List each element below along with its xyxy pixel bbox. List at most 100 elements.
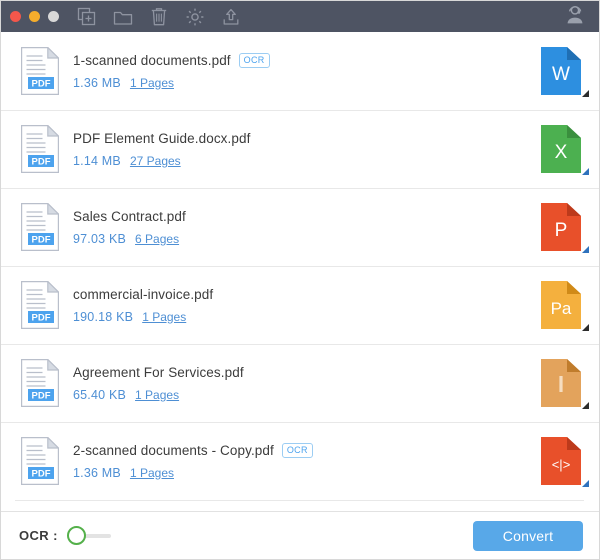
ocr-toggle-knob[interactable]	[66, 525, 86, 545]
file-name-line: 1-scanned documents.pdf OCR	[73, 52, 531, 68]
ocr-badge: OCR	[238, 52, 270, 68]
file-size: 97.03 KB	[73, 231, 127, 246]
file-meta-line: 1.36 MB 1 Pages	[73, 76, 531, 90]
file-name: PDF Element Guide.docx.pdf	[73, 130, 251, 146]
file-name: Agreement For Services.pdf	[73, 364, 244, 380]
pdf-file-icon: PDF	[21, 281, 59, 329]
file-info: 1-scanned documents.pdf OCR 1.36 MB 1 Pa…	[73, 52, 531, 90]
file-name: Sales Contract.pdf	[73, 208, 186, 224]
pages-format-icon[interactable]: Pa	[539, 280, 589, 331]
file-info: 2-scanned documents - Copy.pdf OCR 1.36 …	[73, 442, 531, 480]
svg-text:PDF: PDF	[32, 312, 51, 323]
image-format-icon[interactable]	[539, 358, 589, 409]
file-info: Sales Contract.pdf 97.03 KB 6 Pages	[73, 209, 531, 246]
pdf-file-icon: PDF	[21, 47, 59, 95]
format-dropdown-caret[interactable]	[582, 90, 589, 97]
trash-icon	[150, 7, 168, 27]
add-file-icon	[77, 7, 96, 26]
file-meta-line: 1.36 MB 1 Pages	[73, 466, 531, 480]
file-name-line: commercial-invoice.pdf	[73, 287, 531, 302]
format-dropdown-caret[interactable]	[582, 246, 589, 253]
file-name-line: Sales Contract.pdf	[73, 209, 531, 224]
ocr-control-group: OCR :	[19, 525, 113, 546]
file-size: 190.18 KB	[73, 309, 134, 324]
remove-button[interactable]	[148, 6, 169, 27]
settings-button[interactable]	[184, 6, 205, 27]
upload-icon	[221, 7, 241, 27]
svg-text:Pa: Pa	[551, 299, 572, 318]
svg-text:PDF: PDF	[32, 234, 51, 245]
zoom-window-button[interactable]	[48, 11, 59, 22]
title-bar	[1, 1, 599, 32]
file-pages-link[interactable]: 6 Pages	[135, 232, 179, 246]
file-pages-link[interactable]: 27 Pages	[130, 154, 181, 168]
format-dropdown-caret[interactable]	[582, 402, 589, 409]
file-size: 1.36 MB	[73, 75, 121, 90]
support-agent-icon	[564, 3, 586, 30]
file-meta-line: 190.18 KB 1 Pages	[73, 310, 531, 324]
excel-format-icon[interactable]: X	[539, 124, 589, 175]
pdf-file-icon: PDF	[21, 359, 59, 407]
toolbar	[76, 6, 241, 27]
svg-text:P: P	[555, 220, 568, 241]
ocr-badge: OCR	[281, 442, 313, 458]
file-name: 2-scanned documents - Copy.pdf	[73, 442, 274, 458]
pdf-file-icon: PDF	[21, 437, 59, 485]
file-meta-line: 1.14 MB 27 Pages	[73, 154, 531, 168]
powerpoint-format-icon[interactable]: P	[539, 202, 589, 253]
ocr-label: OCR :	[19, 528, 58, 543]
support-button[interactable]	[563, 5, 587, 29]
file-row[interactable]: PDF Agreement For Services.pdf 65.40 KB …	[1, 344, 599, 422]
file-name-line: Agreement For Services.pdf	[73, 365, 531, 380]
file-pages-link[interactable]: 1 Pages	[130, 76, 174, 90]
upload-button[interactable]	[220, 6, 241, 27]
file-name-line: 2-scanned documents - Copy.pdf OCR	[73, 442, 531, 458]
file-row[interactable]: PDF PDF Element Guide.docx.pdf 1.14 MB 2…	[1, 110, 599, 188]
svg-text:PDF: PDF	[32, 156, 51, 167]
file-meta-line: 97.03 KB 6 Pages	[73, 232, 531, 246]
gear-icon	[185, 7, 205, 27]
svg-text:PDF: PDF	[32, 468, 51, 479]
svg-text:PDF: PDF	[32, 78, 51, 89]
pdf-file-icon: PDF	[21, 203, 59, 251]
file-name-line: PDF Element Guide.docx.pdf	[73, 131, 531, 146]
file-row[interactable]: PDF Sales Contract.pdf 97.03 KB 6 Pages …	[1, 188, 599, 266]
word-format-icon[interactable]: W	[539, 46, 589, 97]
file-pages-link[interactable]: 1 Pages	[135, 388, 179, 402]
file-meta-line: 65.40 KB 1 Pages	[73, 388, 531, 402]
add-folder-button[interactable]	[112, 6, 133, 27]
svg-text:W: W	[552, 64, 570, 85]
add-file-button[interactable]	[76, 6, 97, 27]
file-size: 1.14 MB	[73, 153, 121, 168]
close-window-button[interactable]	[10, 11, 21, 22]
file-info: PDF Element Guide.docx.pdf 1.14 MB 27 Pa…	[73, 131, 531, 168]
html-format-icon[interactable]: <|>	[539, 436, 589, 487]
file-info: Agreement For Services.pdf 65.40 KB 1 Pa…	[73, 365, 531, 402]
file-size: 65.40 KB	[73, 387, 127, 402]
file-name: commercial-invoice.pdf	[73, 286, 214, 302]
ocr-toggle-track	[82, 533, 111, 538]
convert-button[interactable]: Convert	[473, 520, 583, 551]
ocr-toggle[interactable]	[66, 525, 113, 546]
minimize-window-button[interactable]	[29, 11, 40, 22]
file-row[interactable]: PDF 1-scanned documents.pdf OCR 1.36 MB …	[1, 32, 599, 110]
svg-text:PDF: PDF	[32, 390, 51, 401]
file-pages-link[interactable]: 1 Pages	[142, 310, 186, 324]
format-dropdown-caret[interactable]	[582, 480, 589, 487]
pdf-converter-window: PDF 1-scanned documents.pdf OCR 1.36 MB …	[0, 0, 600, 560]
format-dropdown-caret[interactable]	[582, 168, 589, 175]
svg-text:X: X	[555, 142, 568, 163]
pdf-file-icon: PDF	[21, 125, 59, 173]
format-dropdown-caret[interactable]	[582, 324, 589, 331]
file-row[interactable]: PDF 2-scanned documents - Copy.pdf OCR 1…	[1, 422, 599, 500]
file-row[interactable]: PDF commercial-invoice.pdf 190.18 KB 1 P…	[1, 266, 599, 344]
bottom-bar: OCR : Convert	[1, 511, 599, 559]
file-list: PDF 1-scanned documents.pdf OCR 1.36 MB …	[1, 32, 599, 511]
window-controls	[10, 11, 59, 22]
file-pages-link[interactable]: 1 Pages	[130, 466, 174, 480]
file-name: 1-scanned documents.pdf	[73, 52, 231, 68]
file-size: 1.36 MB	[73, 465, 121, 480]
svg-text:<|>: <|>	[552, 457, 571, 472]
folder-icon	[113, 8, 133, 26]
file-info: commercial-invoice.pdf 190.18 KB 1 Pages	[73, 287, 531, 324]
